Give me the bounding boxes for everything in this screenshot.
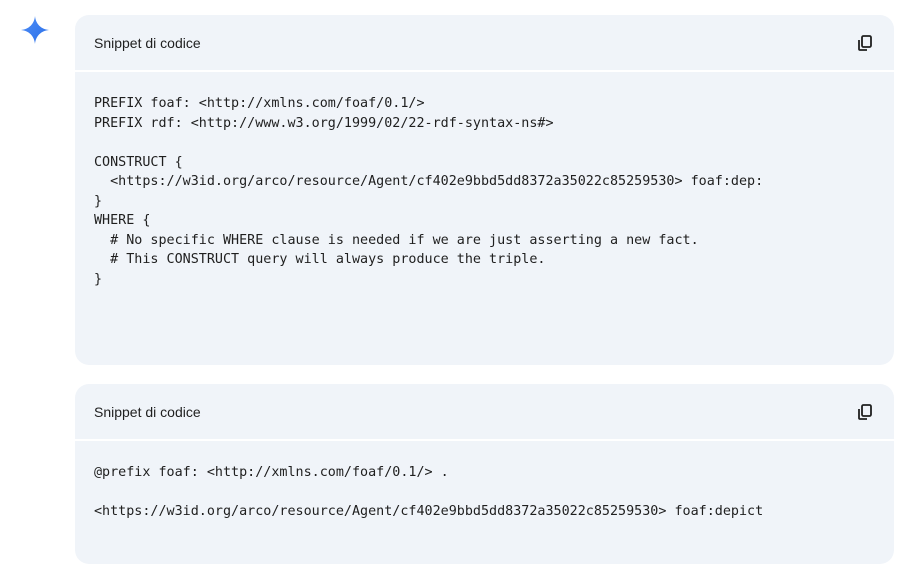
code-line: WHERE { — [94, 213, 151, 228]
code-snippet-block: Snippet di codice PREFIX foaf: <http://x… — [75, 15, 894, 365]
code-line: <https://w3id.org/arco/resource/Agent/cf… — [94, 174, 764, 189]
code-line: # No specific WHERE clause is needed if … — [94, 232, 699, 248]
code-content: @prefix foaf: <http://xmlns.com/foaf/0.1… — [75, 441, 894, 522]
code-content: PREFIX foaf: <http://xmlns.com/foaf/0.1/… — [75, 72, 894, 289]
code-snippet-header: Snippet di codice — [75, 15, 894, 72]
assistant-avatar — [20, 15, 50, 45]
code-line: CONSTRUCT { — [94, 154, 183, 170]
code-snippet-header: Snippet di codice — [75, 384, 894, 441]
code-line: @prefix foaf: <http://xmlns.com/foaf/0.1… — [94, 465, 449, 480]
copy-code-button[interactable] — [854, 401, 876, 423]
code-snippet-title: Snippet di codice — [94, 34, 201, 51]
code-line: } — [94, 193, 103, 209]
copy-icon — [858, 34, 872, 51]
copy-icon — [858, 403, 872, 420]
code-line: <https://w3id.org/arco/resource/Agent/cf… — [94, 504, 764, 519]
code-line: } — [94, 271, 103, 287]
code-line: # This CONSTRUCT query will always produ… — [94, 252, 546, 267]
copy-code-button[interactable] — [854, 32, 876, 54]
code-line: PREFIX foaf: <http://xmlns.com/foaf/0.1/… — [94, 96, 425, 111]
code-line: PREFIX rdf: <http://www.w3.org/1999/02/2… — [94, 115, 554, 131]
code-snippet-title: Snippet di codice — [94, 403, 201, 420]
code-snippet-block: Snippet di codice @prefix foaf: <http://… — [75, 384, 894, 564]
gemini-sparkle-icon — [21, 16, 49, 44]
